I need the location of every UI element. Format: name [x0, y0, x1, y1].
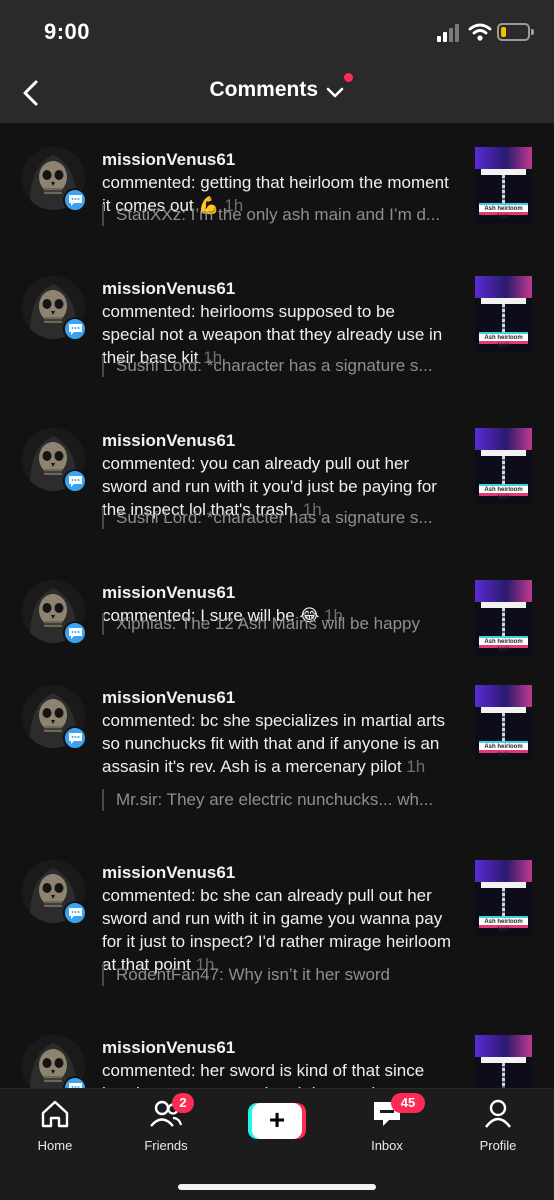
video-thumbnail[interactable]: Ash heirloom leak — [475, 860, 532, 936]
thumbnail-caption: Ash heirloom leak — [479, 203, 528, 220]
comment-text: commented: her sword is kind of that sin… — [102, 1059, 452, 1088]
tab-friends[interactable]: Friends 2 — [126, 1093, 206, 1153]
comment-text: commented: bc she can already pull out h… — [102, 884, 452, 976]
friends-count-badge: 2 — [172, 1093, 194, 1113]
home-icon — [41, 1100, 69, 1128]
inbox-count-badge: 45 — [391, 1093, 425, 1113]
avatar[interactable] — [22, 276, 87, 341]
video-thumbnail[interactable]: Ash heirloom leak — [475, 580, 532, 656]
comment-username[interactable]: missionVenus61 — [102, 279, 235, 299]
thumbnail-caption: Ash heirloom leak — [479, 484, 528, 501]
tab-inbox-label: Inbox — [371, 1138, 403, 1153]
video-thumbnail[interactable]: Ash heirloom leak — [475, 147, 532, 223]
tab-profile-label: Profile — [479, 1138, 517, 1153]
comment-bubble-icon — [63, 901, 87, 925]
chevron-down-icon[interactable] — [326, 86, 344, 98]
top-bar: 9:00 Comments — [0, 0, 554, 123]
comment-bubble-icon — [63, 621, 87, 645]
comment-username[interactable]: missionVenus61 — [102, 688, 235, 708]
cellular-signal-icon — [437, 24, 463, 42]
wifi-icon — [468, 23, 492, 41]
tab-profile[interactable]: Profile — [458, 1099, 538, 1153]
comment-bubble-icon — [63, 726, 87, 750]
video-thumbnail[interactable]: Ash heirloom leak — [475, 1035, 532, 1088]
tab-home[interactable]: Home — [15, 1099, 95, 1153]
comment-bubble-icon — [63, 317, 87, 341]
quoted-comment[interactable]: StatiXXz: I’m the only ash main and I’m … — [102, 204, 454, 226]
quoted-comment[interactable]: Sushi Lord: *character has a signature s… — [102, 355, 454, 377]
comment-username[interactable]: missionVenus61 — [102, 863, 235, 883]
avatar[interactable] — [22, 147, 87, 212]
home-indicator[interactable] — [178, 1184, 376, 1190]
comment-bubble-icon — [63, 1076, 87, 1088]
status-time: 9:00 — [44, 19, 91, 44]
comment-body: commented: bc she can already pull out h… — [102, 886, 452, 974]
tab-inbox[interactable]: Inbox 45 — [347, 1093, 427, 1153]
quoted-comment[interactable]: Mr.sir: They are electric nunchucks... w… — [102, 789, 454, 811]
page-title[interactable]: Comments — [210, 78, 319, 102]
comment-username[interactable]: missionVenus61 — [102, 1038, 235, 1058]
battery-icon — [497, 23, 534, 41]
video-thumbnail[interactable]: Ash heirloom leak — [475, 276, 532, 352]
quoted-comment[interactable]: Sushi Lord: *character has a signature s… — [102, 507, 454, 529]
tab-home-label: Home — [37, 1138, 73, 1153]
comment-time: 1h — [406, 757, 426, 776]
video-thumbnail[interactable]: Ash heirloom leak — [475, 685, 532, 761]
thumbnail-caption: Ash heirloom leak — [479, 332, 528, 349]
avatar[interactable] — [22, 685, 87, 750]
quoted-comment[interactable]: RodentFan47: Why isn’t it her sword — [102, 964, 454, 986]
thumbnail-caption: Ash heirloom leak — [479, 741, 528, 758]
thumbnail-caption: Ash heirloom leak — [479, 916, 528, 933]
status-bar: 9:00 — [0, 0, 554, 64]
comment-body: commented: her sword is kind of that sin… — [102, 1061, 425, 1088]
comments-list[interactable]: missionVenus61 commented: getting that he… — [0, 123, 554, 1088]
comment-body: commented: bc she specializes in martial… — [102, 711, 445, 776]
avatar[interactable] — [22, 1035, 87, 1088]
header-title-wrap[interactable]: Comments — [0, 78, 554, 102]
avatar[interactable] — [22, 428, 87, 493]
comment-username[interactable]: missionVenus61 — [102, 431, 235, 451]
comment-bubble-icon — [63, 469, 87, 493]
comment-text: commented: bc she specializes in martial… — [102, 709, 452, 778]
create-button[interactable]: + — [248, 1103, 306, 1139]
plus-icon: + — [252, 1103, 302, 1139]
thumbnail-caption: Ash heirloom leak — [479, 636, 528, 653]
avatar[interactable] — [22, 860, 87, 925]
avatar[interactable] — [22, 580, 87, 645]
tab-friends-label: Friends — [144, 1138, 188, 1153]
comment-username[interactable]: missionVenus61 — [102, 150, 235, 170]
quoted-comment[interactable]: Xiphias: The 12 Ash Mains will be happy — [102, 613, 454, 635]
video-thumbnail[interactable]: Ash heirloom leak — [475, 428, 532, 504]
notification-dot — [344, 73, 353, 82]
profile-icon — [485, 1099, 511, 1128]
comment-username[interactable]: missionVenus61 — [102, 583, 235, 603]
comment-bubble-icon — [63, 188, 87, 212]
